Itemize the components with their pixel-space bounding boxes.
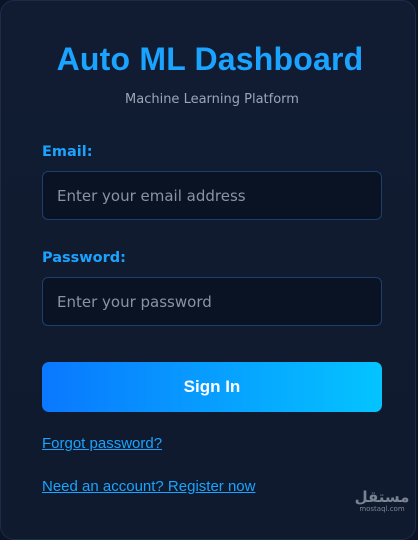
password-input[interactable] bbox=[42, 277, 382, 326]
register-link[interactable]: Need an account? Register now bbox=[42, 478, 255, 495]
page-subtitle: Machine Learning Platform bbox=[125, 92, 299, 107]
watermark-logo: مستقل bbox=[354, 488, 410, 506]
page-title: Auto ML Dashboard bbox=[56, 41, 364, 77]
forgot-password-link[interactable]: Forgot password? bbox=[42, 435, 162, 452]
login-card: Auto ML Dashboard Machine Learning Platf… bbox=[0, 0, 416, 540]
sign-in-button[interactable]: Sign In bbox=[42, 362, 382, 412]
email-label: Email: bbox=[42, 144, 93, 160]
password-label: Password: bbox=[42, 250, 126, 266]
watermark: مستقل mostaql.com bbox=[354, 489, 410, 514]
watermark-text: mostaql.com bbox=[359, 505, 405, 513]
email-input[interactable] bbox=[42, 171, 382, 220]
